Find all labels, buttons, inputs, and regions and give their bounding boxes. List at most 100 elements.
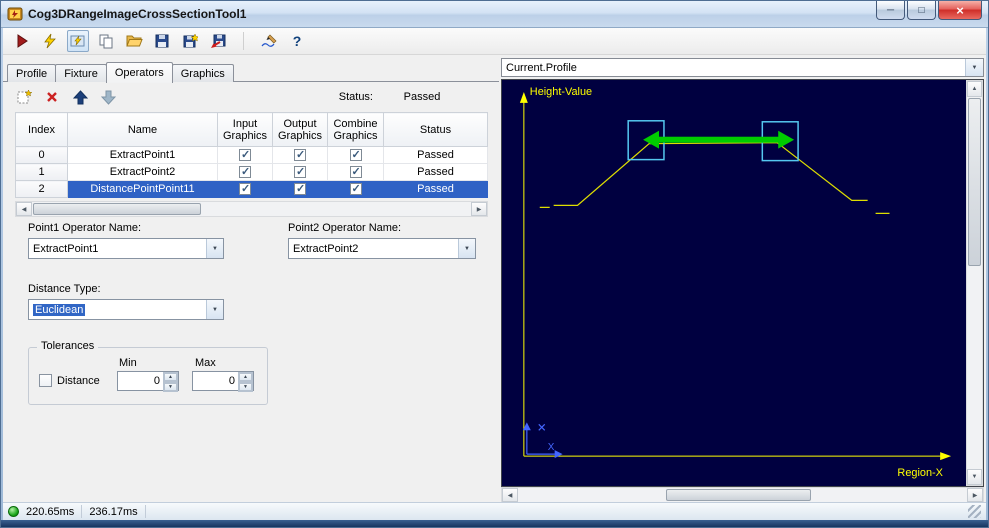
chart-vertical-scrollbar[interactable]: ▲ ▼ [966, 80, 983, 486]
tool-edit-panel: Profile Fixture Operators Graphics Statu… [3, 55, 499, 502]
electric-display-toggle[interactable] [67, 30, 89, 52]
y-axis-label: Height-Value [530, 86, 592, 98]
point1-operator-label: Point1 Operator Name: [28, 222, 142, 234]
save-image-button[interactable] [179, 30, 201, 52]
chevron-down-icon[interactable]: ▼ [965, 59, 983, 76]
point2-operator-combobox[interactable]: ExtractPoint2 ▼ [288, 238, 476, 259]
add-operator-button[interactable] [15, 88, 33, 106]
scroll-left-icon[interactable]: ◀ [502, 488, 518, 502]
chevron-down-icon[interactable]: ▼ [206, 239, 223, 258]
scrollbar-track[interactable] [32, 202, 471, 216]
import-button[interactable] [207, 30, 229, 52]
combine-graphics-checkbox[interactable] [349, 148, 362, 162]
chevron-down-icon[interactable]: ▼ [458, 239, 475, 258]
column-header-input-graphics[interactable]: Input Graphics [217, 112, 273, 147]
scrollbar-thumb[interactable] [33, 203, 201, 215]
spin-up-icon[interactable]: ▲ [238, 372, 253, 382]
tab-profile[interactable]: Profile [7, 64, 57, 82]
tab-operators[interactable]: Operators [105, 62, 173, 83]
chevron-down-icon[interactable]: ▼ [206, 300, 223, 319]
column-header-status[interactable]: Status [383, 112, 488, 147]
output-graphics-checkbox[interactable] [294, 182, 306, 196]
table-horizontal-scrollbar[interactable]: ◀ ▶ [15, 201, 488, 217]
app-icon [7, 7, 23, 21]
distance-type-combobox[interactable]: Euclidean ▼ [28, 299, 224, 320]
column-header-name[interactable]: Name [67, 112, 218, 147]
output-graphics-checkbox[interactable] [294, 148, 306, 162]
minimize-button[interactable]: ─ [876, 1, 905, 20]
graphics-display-panel: Current.Profile ▼ Height-Value Region-X [499, 55, 986, 503]
input-graphics-checkbox[interactable] [239, 148, 251, 162]
distance-tolerance-checkbox[interactable] [39, 374, 52, 387]
scroll-right-icon[interactable]: ▶ [471, 202, 487, 216]
point1-operator-combobox[interactable]: ExtractPoint1 ▼ [28, 238, 224, 259]
cell-status: Passed [383, 146, 488, 164]
scrollbar-thumb[interactable] [666, 489, 811, 501]
table-row[interactable]: 1 ExtractPoint2 Passed [15, 163, 488, 181]
lightning-icon [44, 33, 56, 49]
output-graphics-checkbox[interactable] [294, 165, 306, 179]
maximize-button[interactable]: □ [907, 1, 936, 20]
open-folder-icon [125, 35, 143, 47]
table-row[interactable]: 0 ExtractPoint1 Passed [15, 146, 488, 164]
x-axis-label: Region-X [897, 467, 943, 479]
tab-fixture[interactable]: Fixture [55, 64, 107, 82]
help-button[interactable]: ? [286, 30, 308, 52]
tab-label: Profile [16, 67, 48, 80]
chart-horizontal-scrollbar[interactable]: ◀ ▶ [501, 487, 984, 503]
profile-display: Height-Value Region-X X ▲ ▼ [501, 79, 984, 487]
maximize-icon: □ [918, 4, 925, 16]
delete-icon [47, 92, 57, 102]
operator-toolbar: Status: Passed [15, 86, 489, 108]
save-icon [155, 34, 169, 48]
total-time: 236.17ms [89, 505, 138, 518]
distance-min-input[interactable]: 0 ▲ ▼ [117, 371, 179, 392]
run-button[interactable] [11, 30, 33, 52]
delete-operator-button[interactable] [43, 88, 61, 106]
combine-graphics-checkbox[interactable] [349, 165, 362, 179]
scroll-right-icon[interactable]: ▶ [967, 488, 983, 502]
column-header-combine-graphics[interactable]: Combine Graphics [327, 112, 384, 147]
spin-down-icon[interactable]: ▼ [238, 382, 253, 392]
scrollbar-track[interactable] [518, 488, 967, 502]
main-toolbar: ? [3, 28, 986, 55]
input-graphics-checkbox[interactable] [239, 165, 251, 179]
scrollbar-track[interactable] [967, 97, 982, 469]
cell-combine-graphics [327, 163, 384, 181]
column-header-output-graphics[interactable]: Output Graphics [272, 112, 328, 147]
run-status-indicator [8, 506, 19, 517]
scroll-up-icon[interactable]: ▲ [967, 81, 982, 97]
scroll-left-icon[interactable]: ◀ [16, 202, 32, 216]
minimize-icon: ─ [886, 4, 895, 16]
combine-graphics-checkbox[interactable] [349, 182, 362, 196]
move-down-button[interactable] [99, 88, 117, 106]
status-bar: 220.65ms 236.17ms [3, 502, 986, 520]
signature-button[interactable] [258, 30, 280, 52]
tolerances-groupbox: Tolerances Min Max Distance 0 ▲ ▼ 0 ▲ ▼ [28, 340, 268, 405]
resize-grip[interactable] [968, 505, 981, 518]
distance-max-input[interactable]: 0 ▲ ▼ [192, 371, 254, 392]
scroll-down-icon[interactable]: ▼ [967, 469, 982, 485]
main-area: Profile Fixture Operators Graphics Statu… [3, 55, 986, 503]
min-value: 0 [153, 375, 160, 387]
record-selector-combobox[interactable]: Current.Profile ▼ [501, 58, 984, 77]
open-button[interactable] [123, 30, 145, 52]
run-electric-button[interactable] [39, 30, 61, 52]
spin-up-icon[interactable]: ▲ [163, 372, 178, 382]
title-bar: Cog3DRangeImageCrossSectionTool1 ─ □ × [1, 1, 988, 28]
column-header-index[interactable]: Index [15, 112, 68, 147]
cell-output-graphics [272, 180, 328, 198]
spin-down-icon[interactable]: ▼ [163, 382, 178, 392]
table-row-selected[interactable]: 2 DistancePointPoint11 Passed [15, 180, 488, 198]
cell-name: ExtractPoint2 [67, 163, 218, 181]
tab-graphics[interactable]: Graphics [171, 64, 234, 82]
close-icon: × [956, 2, 964, 18]
close-button[interactable]: × [938, 1, 982, 20]
input-graphics-checkbox[interactable] [239, 182, 251, 196]
cell-input-graphics [217, 163, 273, 181]
copy-results-button[interactable] [95, 30, 117, 52]
scrollbar-thumb[interactable] [968, 98, 981, 266]
arrow-up-icon [72, 89, 88, 104]
save-button[interactable] [151, 30, 173, 52]
move-up-button[interactable] [71, 88, 89, 106]
